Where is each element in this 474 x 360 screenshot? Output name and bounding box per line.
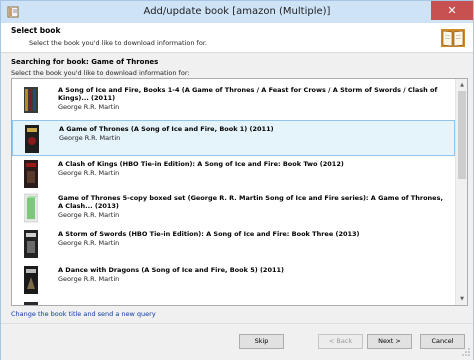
close-icon: ✕	[447, 4, 457, 17]
book-cover-icon	[24, 266, 38, 294]
result-row[interactable]: A Clash of Kings (HBO Tie-in Edition): A…	[12, 156, 455, 192]
wizard-footer: Skip < Back Next > Cancel	[1, 323, 473, 360]
chevron-up-icon[interactable]: ▲	[456, 79, 467, 91]
chevron-down-icon[interactable]: ▼	[456, 293, 467, 305]
open-book-icon	[441, 29, 465, 47]
book-cover-icon	[24, 87, 38, 113]
result-title: A Clash of Kings (HBO Tie-in Edition): A…	[58, 160, 344, 168]
book-cover-icon	[24, 193, 38, 223]
result-author: George R.R. Martin	[59, 134, 121, 142]
result-title: A Game of Thrones (A Song of Ice and Fir…	[59, 125, 274, 133]
book-cover-icon	[24, 302, 38, 305]
result-author: George R.R. Martin	[58, 239, 120, 247]
results-scrollbar[interactable]: ▲ ▼	[455, 79, 467, 305]
close-button[interactable]: ✕	[431, 1, 473, 20]
result-title: A Dance with Dragons (A Song of Ice and …	[58, 266, 284, 274]
title-bar[interactable]: Add/update book [amazon (Multiple)] ✕	[1, 1, 473, 23]
cancel-button[interactable]: Cancel	[420, 334, 465, 349]
result-author: George R.R. Martin	[58, 211, 120, 219]
result-row[interactable]: A Song of Ice and Fire, Books 1-4 (A Gam…	[12, 82, 455, 118]
book-cover-icon	[25, 125, 39, 153]
result-author: George R.R. Martin	[58, 169, 120, 177]
search-description: Select the book you'd like to download i…	[11, 69, 190, 77]
window-title: Add/update book [amazon (Multiple)]	[143, 6, 331, 17]
book-cover-icon	[24, 230, 38, 258]
results-list[interactable]: A Song of Ice and Fire, Books 1-4 (A Gam…	[11, 78, 468, 306]
skip-button[interactable]: Skip	[239, 334, 284, 349]
header-description: Select the book you'd like to download i…	[29, 39, 207, 47]
search-query-label: Searching for book: Game of Thrones	[11, 58, 159, 66]
header-title: Select book	[11, 26, 61, 35]
result-row[interactable]: Game of Thrones 5-copy boxed set (George…	[12, 190, 455, 226]
result-row[interactable]: A Storm of Swords (HBO Tie-in Edition): …	[12, 226, 455, 262]
next-button[interactable]: Next >	[367, 334, 412, 349]
result-row-partial[interactable]	[12, 298, 455, 305]
dialog-window: Add/update book [amazon (Multiple)] ✕ Se…	[0, 0, 474, 360]
result-row[interactable]: A Dance with Dragons (A Song of Ice and …	[12, 262, 455, 298]
result-title: A Storm of Swords (HBO Tie-in Edition): …	[58, 230, 360, 238]
result-title: Game of Thrones 5-copy boxed set (George…	[58, 194, 443, 210]
result-row-selected[interactable]: A Game of Thrones (A Song of Ice and Fir…	[12, 120, 455, 156]
result-author: George R.R. Martin	[58, 275, 120, 283]
resize-grip-icon[interactable]	[461, 347, 471, 357]
result-title: A Song of Ice and Fire, Books 1-4 (A Gam…	[58, 86, 438, 102]
result-author: George R.R. Martin	[58, 103, 120, 111]
change-query-link[interactable]: Change the book title and send a new que…	[11, 310, 156, 318]
scroll-thumb[interactable]	[458, 91, 466, 179]
book-cover-icon	[24, 160, 38, 188]
back-button[interactable]: < Back	[318, 334, 363, 349]
wizard-header: Select book Select the book you'd like t…	[1, 23, 473, 53]
